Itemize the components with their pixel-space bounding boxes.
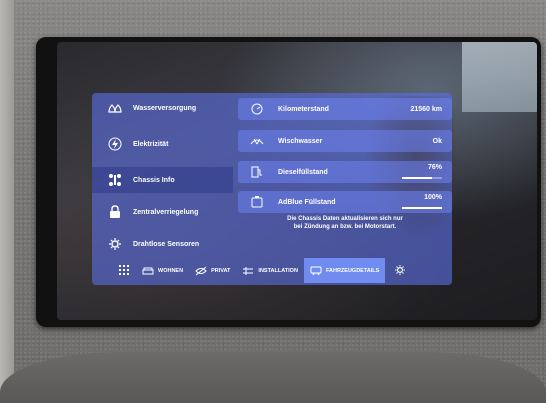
sidebar-item-label: Chassis Info [133,176,175,184]
sidebar-item-label: Zentralverriegelung [133,208,199,216]
row-label: AdBlue Füllstand [278,198,336,206]
bottom-navigation: WOHNEN PRIVAT INSTALLATION FAHRZEUGDETAI… [112,258,452,283]
row-label: Dieselfüllstand [278,168,328,176]
tab-label: WOHNEN [158,267,184,274]
note-line-2: bei Zündung an bzw. bei Motorstart. [293,224,397,230]
lightning-icon [106,135,124,153]
vehicle-icon [310,266,322,276]
diesel-level-fill [402,177,433,179]
sidebar-item-elektrizitaet[interactable]: Elektrizität [92,131,233,157]
sidebar-item-drahtlose-sensoren[interactable]: Drahtlose Sensoren [92,231,233,257]
cable-edge [0,0,14,403]
settings-button[interactable] [389,258,411,283]
tab-label: PRIVAT [211,267,231,274]
sidebar-item-label: Wasserversorgung [133,104,197,112]
lock-icon [106,203,124,221]
adblue-level-fill [402,207,442,209]
note-line-1: Die Chassis Daten aktualisieren sich nur [287,216,403,222]
gear-sensor-icon [106,235,124,253]
window-reflection [462,42,537,112]
adblue-icon [250,195,264,209]
row-label: Kilometerstand [278,105,329,113]
tab-label: INSTALLATION [258,267,298,274]
speedometer-icon [250,102,264,116]
installation-icon [242,266,254,276]
sidebar-item-zentralverriegelung[interactable]: Zentralverriegelung [92,199,233,225]
tab-wohnen[interactable]: WOHNEN [136,258,189,283]
sofa-icon [142,266,154,276]
row-value: 100% [424,194,442,201]
grid-menu-icon [119,264,129,277]
diesel-level-bar [402,177,442,179]
menu-button[interactable] [112,258,136,283]
fuel-pump-icon [250,165,264,179]
sidebar-item-label: Drahtlose Sensoren [133,240,200,248]
headliner-lip [0,352,546,403]
privacy-icon [195,266,207,276]
adblue-level-bar [402,207,442,209]
row-label: Wischwasser [278,137,323,145]
tab-installation[interactable]: INSTALLATION [236,258,304,283]
wiper-icon [250,134,264,148]
sidebar-item-chassis-info[interactable]: Chassis Info [92,167,233,193]
row-adblue-fuellstand: AdBlue Füllstand 100% [238,191,452,213]
row-kilometerstand: Kilometerstand 21560 km [238,98,452,120]
sidebar-item-wasserversorgung[interactable]: Wasserversorgung [92,95,233,121]
update-note: Die Chassis Daten aktualisieren sich nur… [238,215,452,231]
row-wischwasser: Wischwasser Ok [238,130,452,152]
row-value: 76% [427,164,442,171]
sidebar: Wasserversorgung Elektrizität Chassis In… [92,93,233,259]
row-value: 21560 km [410,105,442,113]
row-value: Ok [432,137,442,145]
sidebar-item-label: Elektrizität [133,140,169,148]
tab-privat[interactable]: PRIVAT [189,258,236,283]
tab-fahrzeugdetails[interactable]: FAHRZEUGDETAILS [303,258,386,283]
water-drops-icon [106,99,124,117]
row-dieselfuellstand: Dieselfüllstand 76% [238,161,452,183]
gear-icon [395,264,406,277]
chassis-icon [106,171,124,189]
tab-label: FAHRZEUGDETAILS [325,267,380,274]
